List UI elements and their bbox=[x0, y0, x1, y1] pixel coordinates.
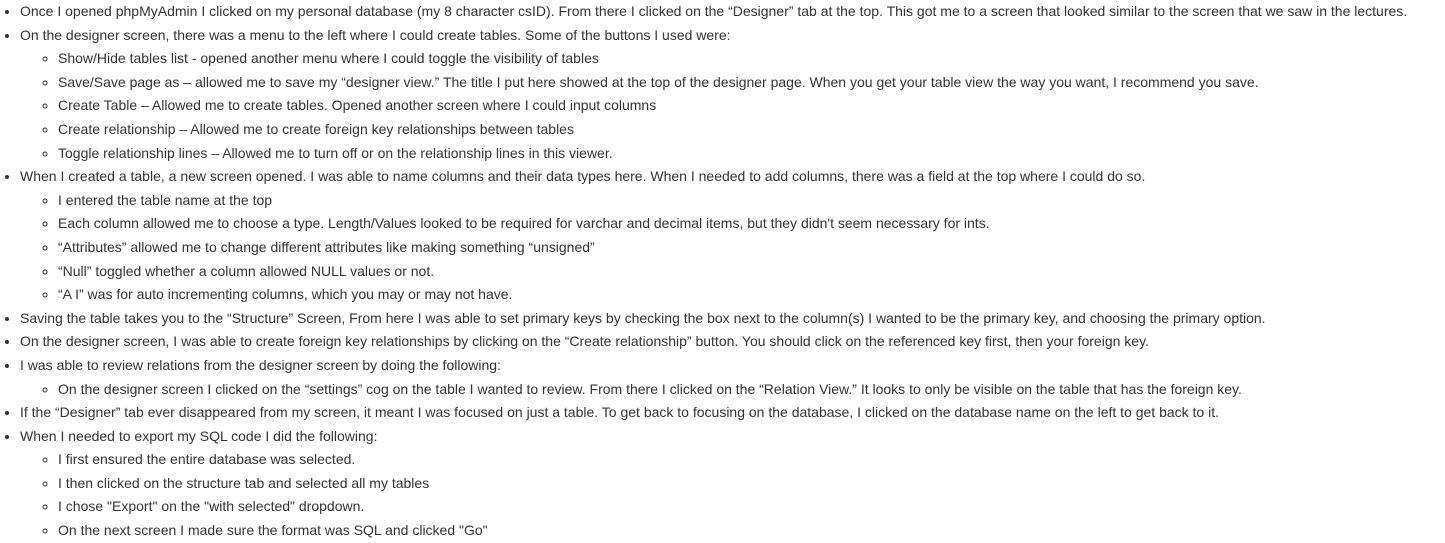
list-item: On the designer screen, I was able to cr… bbox=[20, 330, 1445, 354]
list-item: When I needed to export my SQL code I di… bbox=[20, 425, 1445, 543]
sub-list-item: “A I” was for auto incrementing columns,… bbox=[58, 283, 1445, 307]
sub-list-item: Save/Save page as – allowed me to save m… bbox=[58, 71, 1445, 95]
list-item: If the “Designer” tab ever disappeared f… bbox=[20, 401, 1445, 425]
sub-list-item-text: I chose "Export" on the "with selected" … bbox=[58, 498, 365, 515]
sub-list-item: I chose "Export" on the "with selected" … bbox=[58, 495, 1445, 519]
sub-list-item-text: Create Table – Allowed me to create tabl… bbox=[58, 97, 657, 114]
sub-list-item: “Attributes” allowed me to change differ… bbox=[58, 236, 1445, 260]
list-item-text: On the designer screen, there was a menu… bbox=[20, 26, 731, 43]
sub-list-item-text: Each column allowed me to choose a type.… bbox=[58, 215, 990, 232]
list-item-text: Once I opened phpMyAdmin I clicked on my… bbox=[20, 3, 1408, 19]
sub-list-item: “Null” toggled whether a column allowed … bbox=[58, 260, 1445, 284]
sub-list-item: Each column allowed me to choose a type.… bbox=[58, 212, 1445, 236]
list-item-text: If the “Designer” tab ever disappeared f… bbox=[20, 404, 1219, 421]
sub-list-item: Create Table – Allowed me to create tabl… bbox=[58, 94, 1445, 118]
list-item: I was able to review relations from the … bbox=[20, 354, 1445, 401]
sub-list-item-text: “A I” was for auto incrementing columns,… bbox=[58, 286, 513, 303]
sub-list: I first ensured the entire database was … bbox=[20, 448, 1445, 542]
list-item-text: I was able to review relations from the … bbox=[20, 356, 501, 373]
sub-list-item: I entered the table name at the top bbox=[58, 189, 1445, 213]
list-item-text: Saving the table takes you to the “Struc… bbox=[20, 309, 1266, 326]
sub-list-item-text: I first ensured the entire database was … bbox=[58, 451, 356, 468]
sub-list-item: Show/Hide tables list - opened another m… bbox=[58, 47, 1445, 71]
sub-list-item-text: Toggle relationship lines – Allowed me t… bbox=[58, 144, 613, 161]
instruction-list: Once I opened phpMyAdmin I clicked on my… bbox=[0, 0, 1445, 543]
list-item-text: When I needed to export my SQL code I di… bbox=[20, 427, 378, 444]
sub-list-item: On the designer screen I clicked on the … bbox=[58, 378, 1445, 402]
sub-list: On the designer screen I clicked on the … bbox=[20, 378, 1445, 402]
list-item-text: On the designer screen, I was able to cr… bbox=[20, 333, 1149, 350]
sub-list-item-text: “Attributes” allowed me to change differ… bbox=[58, 238, 595, 255]
list-item: When I created a table, a new screen ope… bbox=[20, 165, 1445, 307]
sub-list-item: On the next screen I made sure the forma… bbox=[58, 519, 1445, 543]
sub-list-item-text: I then clicked on the structure tab and … bbox=[58, 474, 430, 491]
sub-list-item-text: On the designer screen I clicked on the … bbox=[58, 380, 1242, 397]
sub-list-item-text: On the next screen I made sure the forma… bbox=[58, 522, 488, 539]
sub-list-item-text: Create relationship – Allowed me to crea… bbox=[58, 120, 574, 137]
sub-list: I entered the table name at the top Each… bbox=[20, 189, 1445, 307]
sub-list-item-text: Save/Save page as – allowed me to save m… bbox=[58, 73, 1259, 90]
sub-list-item: Create relationship – Allowed me to crea… bbox=[58, 118, 1445, 142]
sub-list-item: I first ensured the entire database was … bbox=[58, 448, 1445, 472]
sub-list-item-text: I entered the table name at the top bbox=[58, 191, 273, 208]
sub-list: Show/Hide tables list - opened another m… bbox=[20, 47, 1445, 165]
sub-list-item-text: “Null” toggled whether a column allowed … bbox=[58, 262, 435, 279]
list-item: On the designer screen, there was a menu… bbox=[20, 24, 1445, 166]
sub-list-item: Toggle relationship lines – Allowed me t… bbox=[58, 142, 1445, 166]
list-item-text: When I created a table, a new screen ope… bbox=[20, 168, 1146, 185]
list-item: Saving the table takes you to the “Struc… bbox=[20, 307, 1445, 331]
sub-list-item-text: Show/Hide tables list - opened another m… bbox=[58, 50, 599, 67]
list-item: Once I opened phpMyAdmin I clicked on my… bbox=[20, 0, 1445, 24]
sub-list-item: I then clicked on the structure tab and … bbox=[58, 472, 1445, 496]
